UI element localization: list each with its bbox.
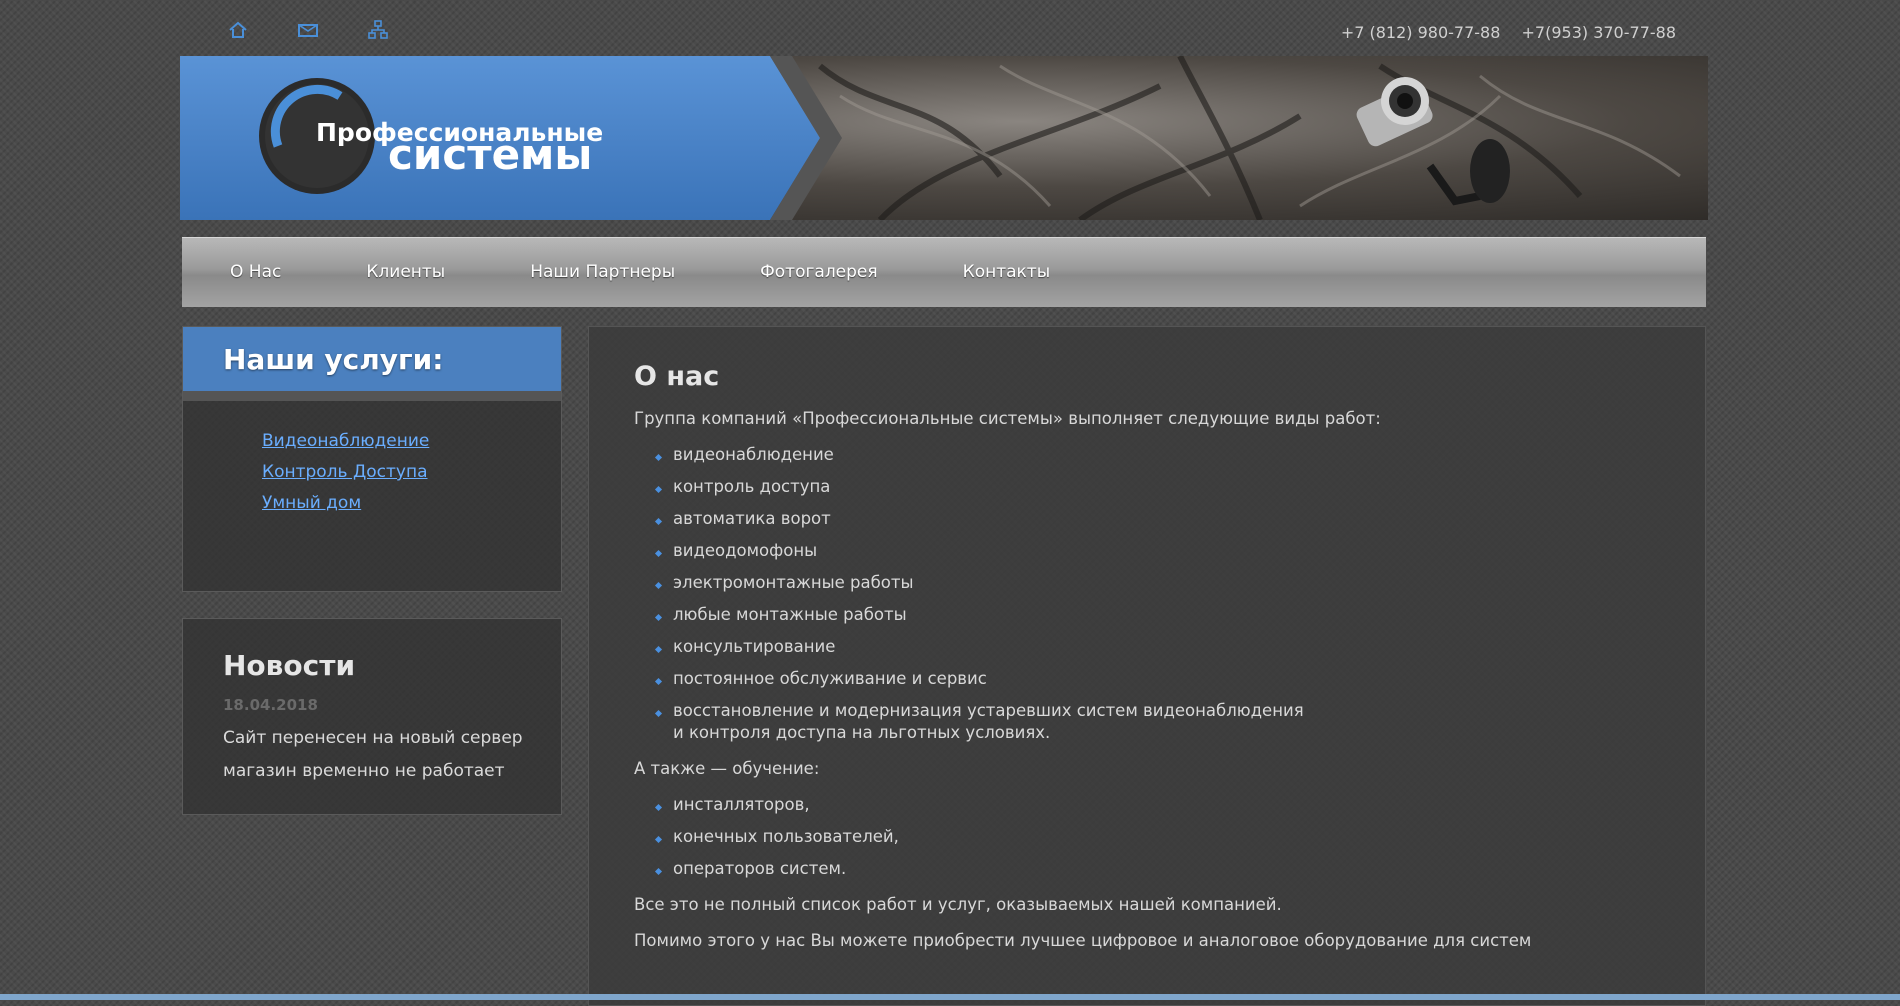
- phone-2: +7(953) 370-77-88: [1521, 23, 1677, 42]
- nav-item-about[interactable]: О Нас: [230, 262, 281, 282]
- news-text: Сайт перенесен на новый сервер магазин в…: [223, 728, 523, 781]
- list-item: инсталляторов,: [673, 794, 1660, 816]
- list-item: любые монтажные работы: [673, 604, 1660, 626]
- list-item: постоянное обслуживание и сервис: [673, 668, 1660, 690]
- works-list: видеонаблюдение контроль доступа автомат…: [634, 444, 1660, 744]
- nav-item-contacts[interactable]: Контакты: [963, 262, 1051, 282]
- bottom-bar: [0, 994, 1900, 1000]
- list-item-line1: восстановление и модернизация устаревших…: [673, 701, 1304, 720]
- list-item: электромонтажные работы: [673, 572, 1660, 594]
- content-outro-1: Все это не полный список работ и услуг, …: [634, 895, 1282, 914]
- list-item: операторов систем.: [673, 858, 1660, 880]
- main-content: О нас Группа компаний «Профессиональные …: [588, 326, 1706, 1006]
- news-panel: Новости 18.04.2018 Сайт перенесен на нов…: [182, 618, 562, 815]
- logo-line2: системы: [388, 130, 592, 179]
- services-title: Наши услуги:: [183, 327, 561, 401]
- list-item: конечных пользователей,: [673, 826, 1660, 848]
- header-banner: Профессиональные системы: [180, 56, 1708, 220]
- list-item: автоматика ворот: [673, 508, 1660, 530]
- list-item: видеодомофоны: [673, 540, 1660, 562]
- service-link-video[interactable]: Видеонаблюдение: [262, 431, 429, 451]
- nav-item-partners[interactable]: Наши Партнеры: [530, 262, 675, 282]
- services-panel: Наши услуги: Видеонаблюдение Контроль До…: [182, 326, 562, 592]
- news-date: 18.04.2018: [223, 696, 318, 714]
- list-item: видеонаблюдение: [673, 444, 1660, 466]
- phone-numbers: +7 (812) 980-77-88 +7(953) 370-77-88: [1341, 23, 1676, 42]
- list-item-line2: и контроля доступа на льготных условиях.: [673, 723, 1051, 742]
- list-item: консультирование: [673, 636, 1660, 658]
- phone-1: +7 (812) 980-77-88: [1340, 23, 1501, 42]
- top-icons: [226, 18, 390, 42]
- header-graphic: Профессиональные системы: [180, 56, 1708, 220]
- content-outro-2: Помимо этого у нас Вы можете приобрести …: [634, 931, 1532, 950]
- nav-item-clients[interactable]: Клиенты: [366, 262, 445, 282]
- sitemap-icon[interactable]: [366, 18, 390, 42]
- mail-icon[interactable]: [296, 18, 320, 42]
- service-link-access[interactable]: Контроль Доступа: [262, 462, 428, 482]
- home-icon[interactable]: [226, 18, 250, 42]
- news-title: Новости: [223, 649, 356, 682]
- list-item: восстановление и модернизация устаревших…: [673, 700, 1660, 744]
- training-intro: А также — обучение:: [634, 759, 820, 778]
- training-list: инсталляторов, конечных пользователей, о…: [634, 794, 1660, 880]
- service-link-smarthome[interactable]: Умный дом: [262, 493, 361, 513]
- services-list: Видеонаблюдение Контроль Доступа Умный д…: [262, 431, 561, 513]
- list-item: контроль доступа: [673, 476, 1660, 498]
- content-intro: Группа компаний «Профессиональные систем…: [634, 409, 1381, 428]
- main-nav: О Нас Клиенты Наши Партнеры Фотогалерея …: [182, 237, 1706, 307]
- page-title: О нас: [634, 361, 720, 392]
- nav-item-gallery[interactable]: Фотогалерея: [760, 262, 878, 282]
